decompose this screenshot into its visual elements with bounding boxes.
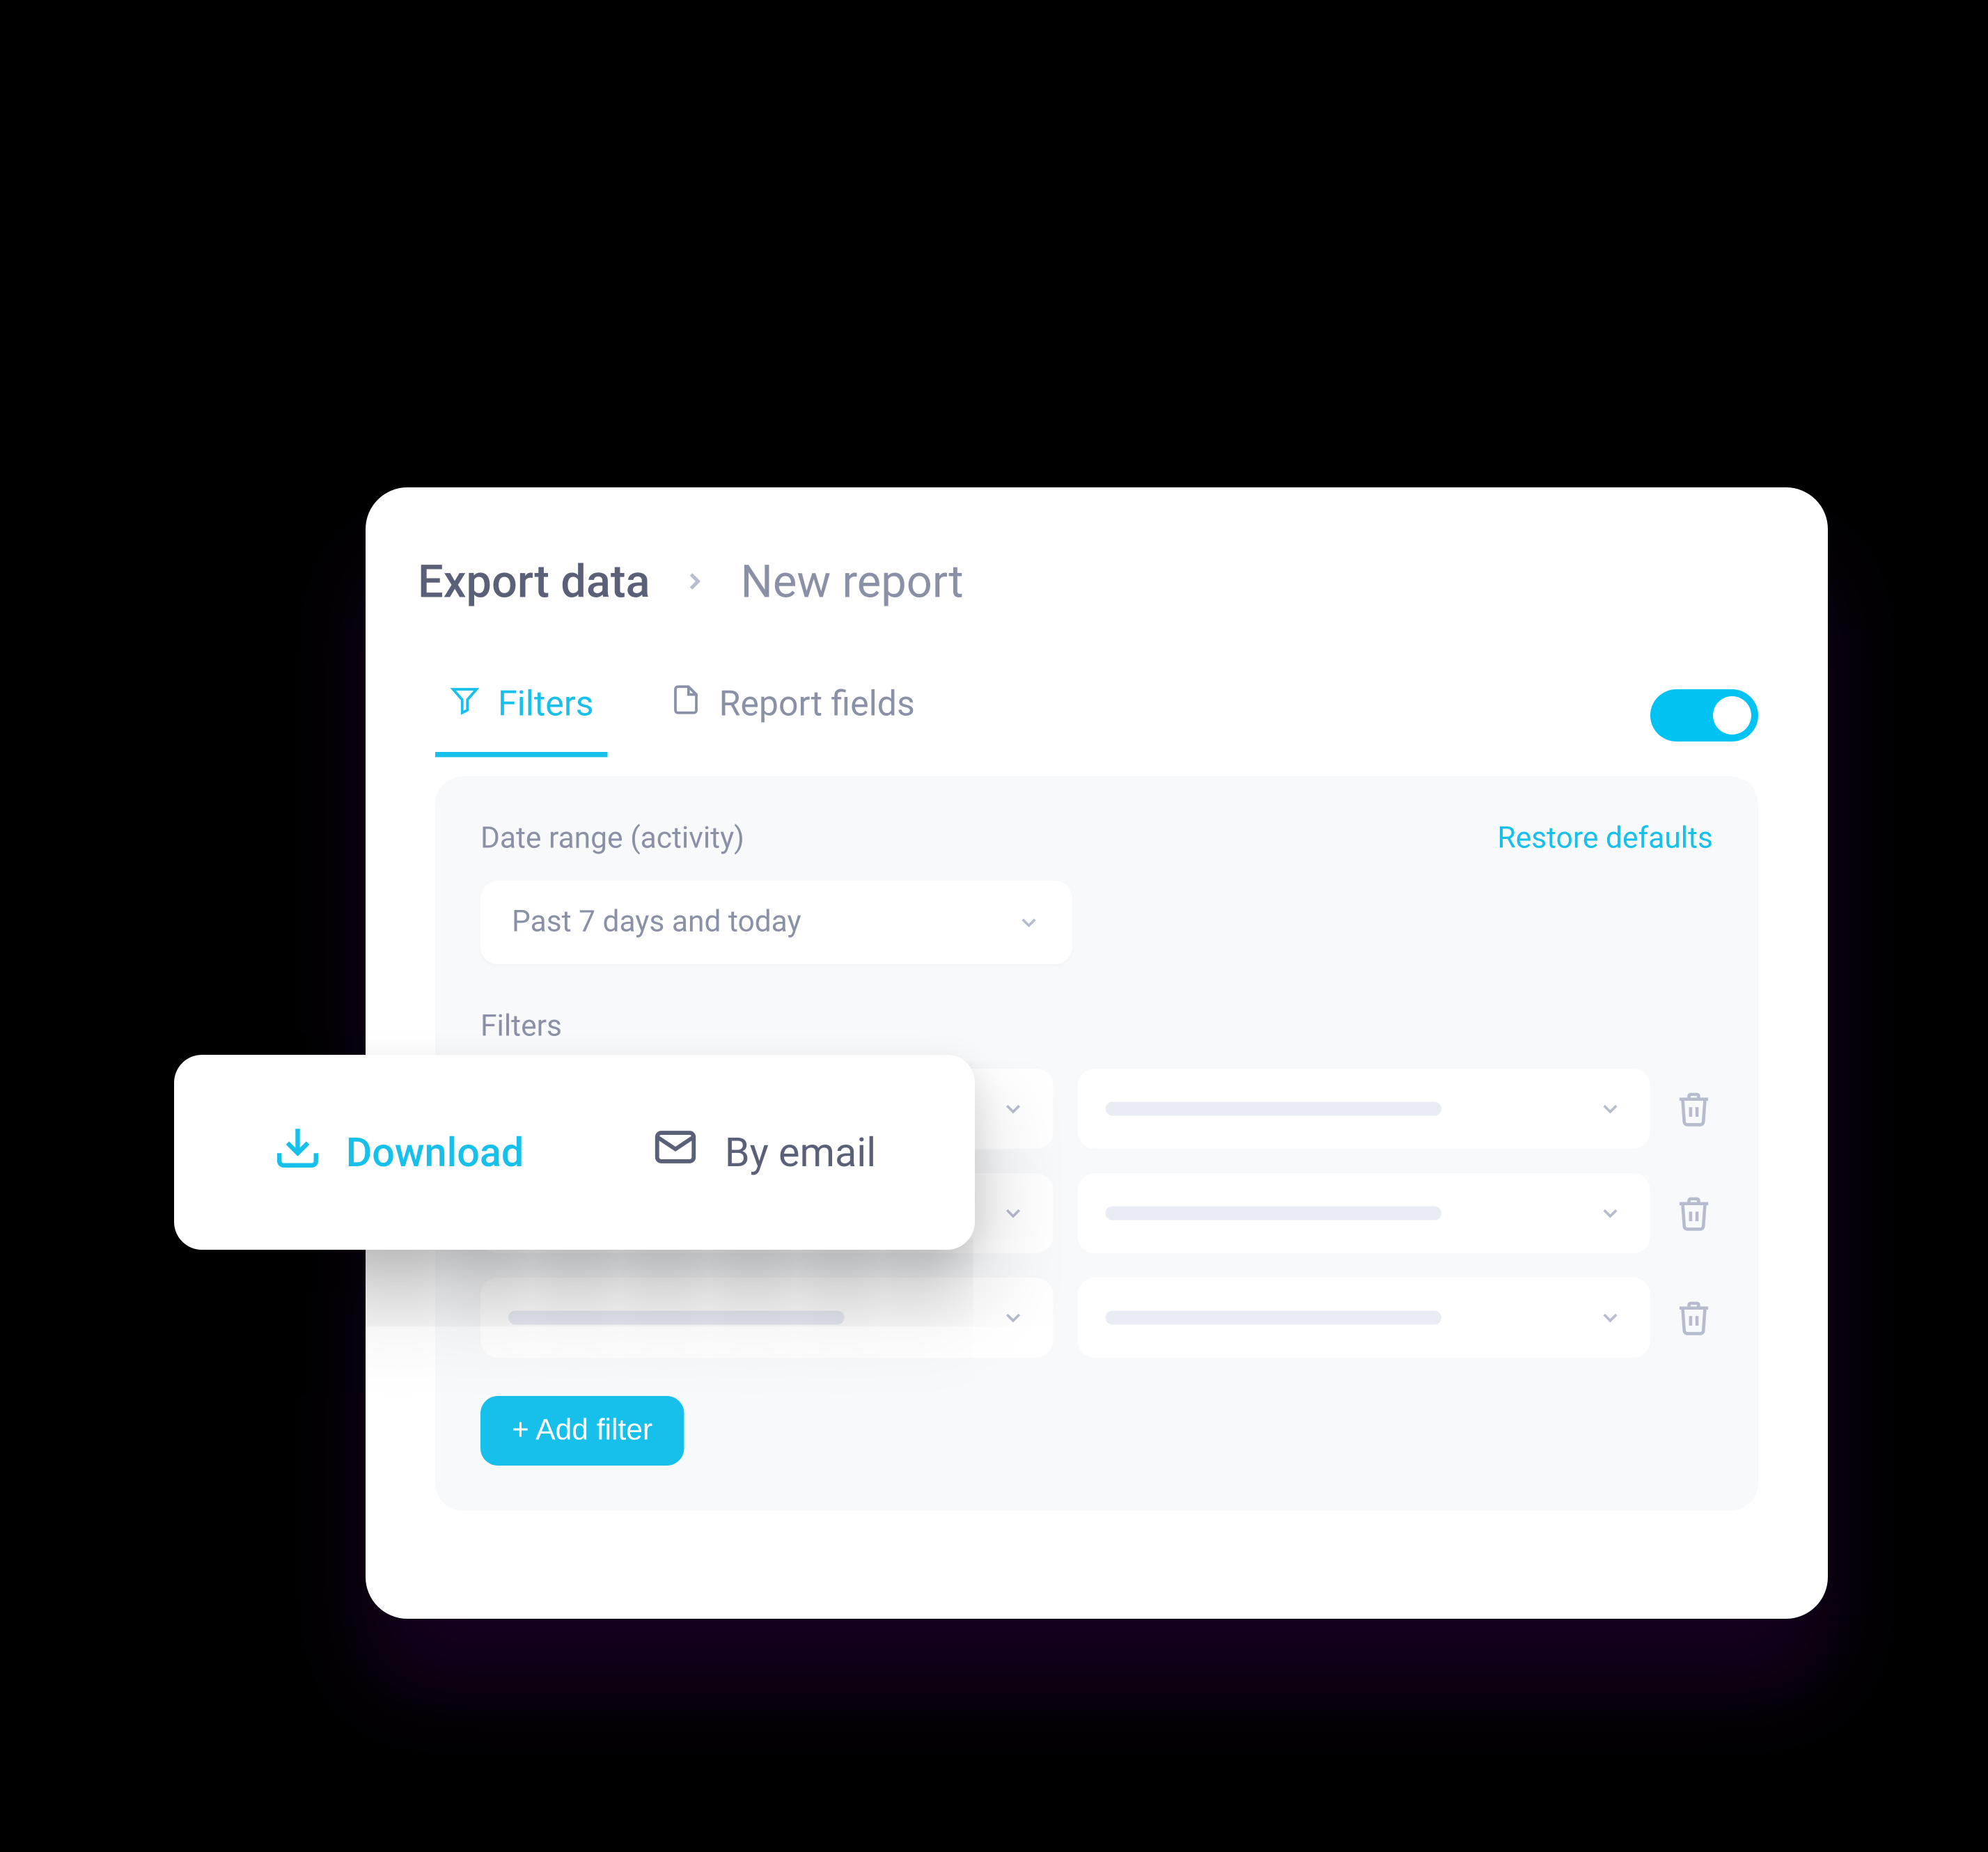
filter-value-select[interactable]: [1078, 1069, 1651, 1149]
toggle-knob: [1713, 696, 1751, 734]
tab-report-fields[interactable]: Report fields: [657, 672, 929, 758]
tab-filters-label: Filters: [498, 682, 594, 724]
filter-value-select[interactable]: [1078, 1278, 1651, 1358]
breadcrumb-current: New report: [741, 557, 964, 609]
chevron-down-icon: [1598, 1201, 1622, 1225]
placeholder: [508, 1311, 845, 1325]
chevron-down-icon: [1598, 1305, 1622, 1330]
mail-icon: [652, 1123, 701, 1182]
trash-icon[interactable]: [1675, 1090, 1713, 1128]
date-range-value: Past 7 days and today: [512, 905, 801, 940]
file-icon: [671, 682, 702, 724]
chevron-down-icon: [1017, 911, 1041, 935]
add-filter-button[interactable]: + Add filter: [480, 1396, 684, 1466]
date-range-label: Date range (activity): [480, 822, 744, 856]
trash-icon[interactable]: [1675, 1298, 1713, 1337]
export-card: Export data New report Filters Repor: [366, 487, 1828, 1619]
placeholder: [1106, 1102, 1442, 1116]
export-popover: Download By email: [174, 1055, 975, 1250]
filter-row: [480, 1278, 1713, 1358]
by-email-label: By email: [725, 1129, 876, 1176]
tab-filters[interactable]: Filters: [435, 672, 608, 758]
filters-section-label: Filters: [480, 1010, 1713, 1044]
download-icon: [273, 1123, 322, 1182]
breadcrumb-root[interactable]: Export data: [418, 557, 650, 609]
placeholder: [1106, 1207, 1442, 1221]
breadcrumb: Export data New report: [418, 557, 1758, 609]
filter-field-select[interactable]: [480, 1278, 1054, 1358]
tab-report-fields-label: Report fields: [719, 682, 915, 724]
chevron-down-icon: [1001, 1097, 1026, 1121]
funnel-icon: [449, 682, 480, 724]
restore-defaults-link[interactable]: Restore defaults: [1498, 822, 1713, 856]
placeholder: [1106, 1311, 1442, 1325]
tabs: Filters Report fields: [435, 672, 929, 758]
download-option[interactable]: Download: [273, 1123, 524, 1182]
chevron-down-icon: [1598, 1097, 1622, 1121]
filter-value-select[interactable]: [1078, 1173, 1651, 1253]
date-range-select[interactable]: Past 7 days and today: [480, 881, 1072, 964]
trash-icon[interactable]: [1675, 1194, 1713, 1232]
by-email-option[interactable]: By email: [652, 1123, 876, 1182]
chevron-down-icon: [1001, 1305, 1026, 1330]
chevron-right-icon: [682, 563, 710, 604]
chevron-down-icon: [1001, 1201, 1026, 1225]
toggle-switch[interactable]: [1650, 689, 1758, 741]
download-label: Download: [346, 1129, 524, 1176]
